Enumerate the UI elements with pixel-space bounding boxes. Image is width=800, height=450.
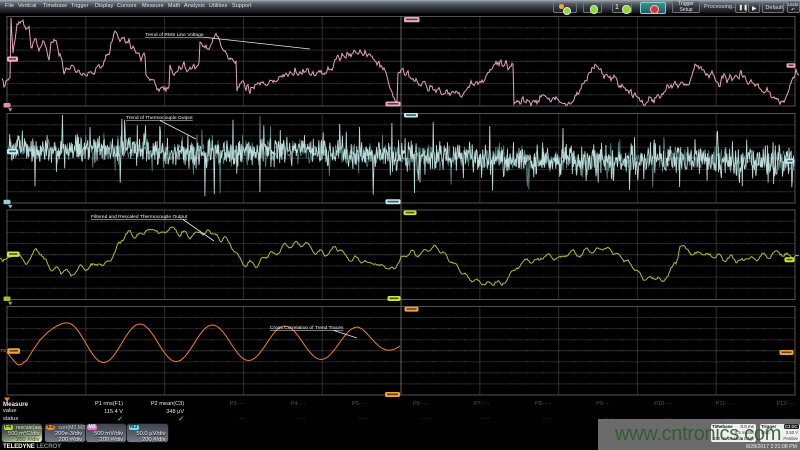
svg-text:F3: F3 [1, 348, 7, 353]
svg-text:Trend of Thermocouple Output: Trend of Thermocouple Output [126, 115, 193, 121]
svg-text:Trend of RMS Line Voltage: Trend of RMS Line Voltage [145, 32, 204, 38]
svg-text:Filtered and Rescaled Thermoco: Filtered and Rescaled Thermocouple Outpu… [91, 214, 188, 220]
svg-text:Cross Correlation of Trend Tra: Cross Correlation of Trend Traces [270, 325, 344, 331]
